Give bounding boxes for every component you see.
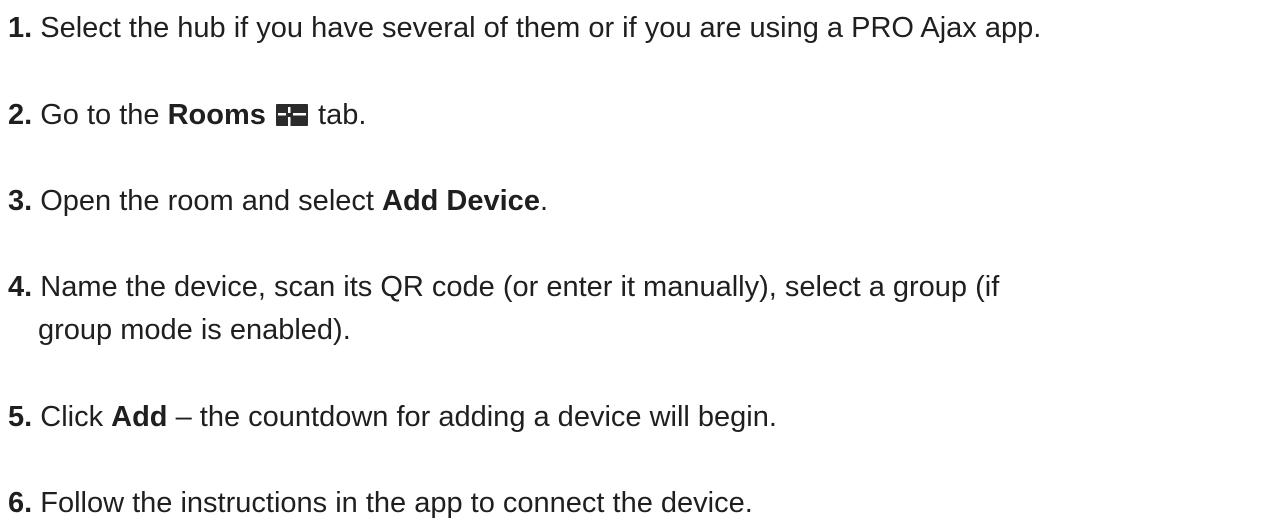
step-text: Name the device, scan its QR code (or en… <box>32 271 1000 303</box>
step-number: 4. <box>8 271 33 303</box>
step-text: Follow the instructions in the app to co… <box>32 487 753 519</box>
step-6: 6. Follow the instructions in the app to… <box>8 482 1274 525</box>
step-text: Open the room and select <box>32 185 382 217</box>
step-text: Select the hub if you have several of th… <box>32 12 1042 44</box>
step-number: 6. <box>8 487 33 519</box>
step-3: 3. Open the room and select Add Device. <box>8 180 1274 223</box>
step-text-continued: group mode is enabled). <box>38 314 351 346</box>
step-1: 1. Select the hub if you have several of… <box>8 7 1274 50</box>
step-number: 2. <box>8 99 33 131</box>
step-2: 2. Go to the Rooms tab. <box>8 94 1274 139</box>
step-text: . <box>539 185 549 217</box>
step-text: Go to the <box>32 99 168 131</box>
step-number: 5. <box>8 401 33 433</box>
rooms-icon <box>275 96 308 139</box>
rooms-tab-label: Rooms <box>167 99 266 131</box>
step-text: tab. <box>309 99 367 131</box>
step-5: 5. Click Add – the countdown for adding … <box>8 396 1274 439</box>
step-text: Click <box>32 401 112 433</box>
step-number: 1. <box>8 12 33 44</box>
add-button-label: Add <box>111 401 168 433</box>
step-4: 4. Name the device, scan its QR code (or… <box>8 266 1274 352</box>
instruction-steps: 1. Select the hub if you have several of… <box>0 0 1281 531</box>
step-number: 3. <box>8 185 33 217</box>
add-device-label: Add Device <box>382 185 540 217</box>
step-text: – the countdown for adding a device will… <box>167 401 777 433</box>
